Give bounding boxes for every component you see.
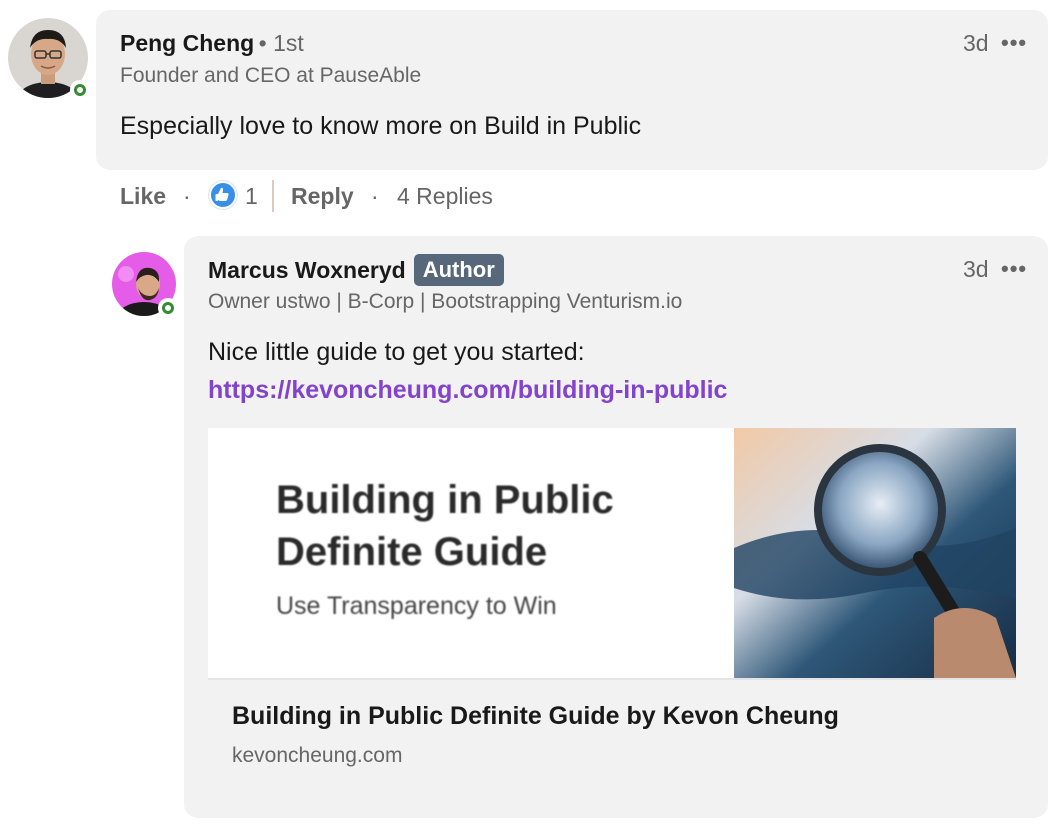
- reaction-count[interactable]: 1: [245, 183, 258, 210]
- reply-author-headline: Owner ustwo | B-Corp | Bootstrapping Ven…: [208, 290, 683, 313]
- separator-dot: ·: [371, 183, 379, 209]
- comment-text: Especially love to know more on Build in…: [120, 112, 642, 140]
- link-preview-image[interactable]: Building in Public Definite Guide Use Tr…: [208, 428, 734, 678]
- online-status-icon: [158, 298, 178, 318]
- reply-link[interactable]: https://kevoncheung.com/building-in-publ…: [208, 376, 727, 405]
- more-options-icon[interactable]: •••: [1001, 30, 1027, 56]
- preview-image-subtitle: Use Transparency to Win: [276, 592, 557, 620]
- reply-text: Nice little guide to get you started:: [208, 338, 585, 366]
- like-reaction-icon[interactable]: [209, 181, 237, 209]
- preview-image-title-line1: Building in Public: [276, 478, 614, 522]
- link-preview-title[interactable]: Building in Public Definite Guide by Kev…: [232, 702, 839, 731]
- divider: [272, 180, 274, 212]
- reply-button[interactable]: Reply: [291, 183, 354, 210]
- comment-header: Peng Cheng • 1st: [120, 30, 304, 60]
- comment-timestamp: 3d: [963, 30, 989, 56]
- author-badge: Author: [413, 254, 504, 286]
- comment-author-headline: Founder and CEO at PauseAble: [120, 64, 422, 87]
- like-button[interactable]: Like: [120, 183, 166, 210]
- connection-degree: • 1st: [258, 30, 304, 56]
- link-preview-domain: kevoncheung.com: [232, 744, 403, 767]
- preview-image-title-line2: Definite Guide: [276, 530, 548, 574]
- divider: [208, 678, 1016, 680]
- reply-timestamp: 3d: [963, 256, 989, 282]
- magnifying-glass-photo[interactable]: [734, 428, 1016, 678]
- view-replies-link[interactable]: 4 Replies: [397, 183, 493, 210]
- separator-dot: ·: [183, 183, 191, 209]
- comment-author-name[interactable]: Peng Cheng: [120, 30, 254, 56]
- reply-author-name[interactable]: Marcus Woxneryd: [208, 257, 406, 284]
- online-status-icon: [70, 80, 90, 100]
- more-options-icon[interactable]: •••: [1001, 256, 1027, 282]
- reply-header: Marcus Woxneryd Author: [208, 254, 504, 286]
